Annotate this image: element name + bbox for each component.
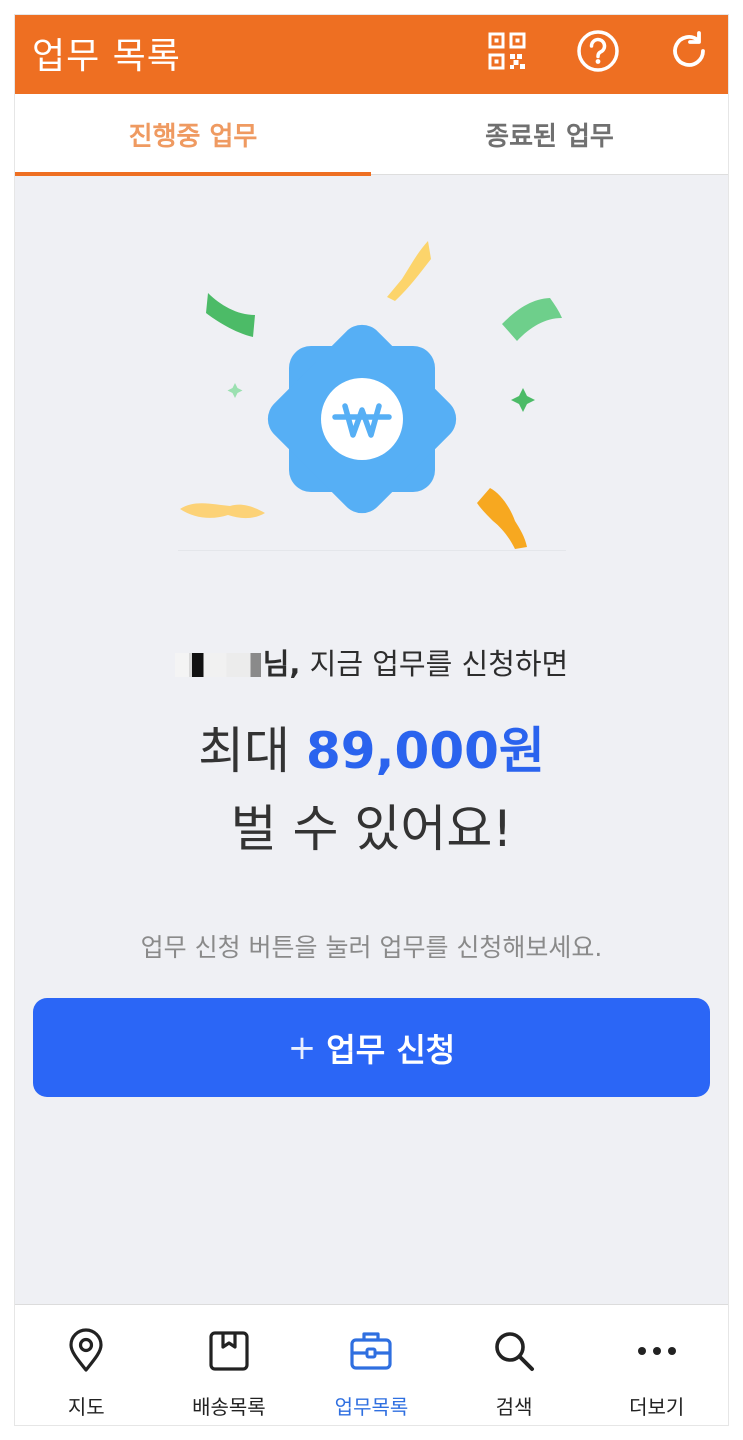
bottom-nav: 지도 배송목록 업무목록 검색 더보기 [15,1304,728,1425]
max-amount-line: 최대 89,000원 [15,711,728,783]
nav-item-delivery-list[interactable]: 배송목록 [158,1305,301,1425]
amount-value: 89,000원 [305,722,545,780]
nav-item-search[interactable]: 검색 [443,1305,586,1425]
confetti-yellow-top [387,241,431,301]
page-title: 업무 목록 [32,36,181,77]
more-icon [637,1347,676,1355]
nav-label-search: 검색 [495,1395,533,1419]
briefcase-icon [350,1332,393,1370]
nav-label-more: 더보기 [629,1395,685,1419]
help-icon[interactable] [570,23,626,79]
name-suffix: 님, [262,647,301,681]
confetti-yellow-left [180,503,265,519]
sparkle-small [227,383,243,398]
confetti-green-left [206,293,255,337]
apply-task-label: 업무 신청 [326,1030,456,1069]
nav-item-more[interactable]: 더보기 [585,1305,728,1425]
tab-completed[interactable]: 종료된 업무 [371,94,728,175]
nav-item-map[interactable]: 지도 [15,1305,158,1425]
hint-text: 업무 신청 버튼을 눌러 업무를 신청해보세요. [140,933,603,962]
confetti-orange-right [477,488,527,549]
nav-label-delivery-list: 배송목록 [192,1395,266,1419]
reward-badge-illustration [180,241,562,549]
nav-label-task-list: 업무목록 [334,1395,409,1419]
earn-text: 벌 수 있어요! [230,800,513,858]
greeting-text: 님, 지금 업무를 신청하면 [15,641,728,683]
qr-code-icon[interactable] [479,23,535,79]
amount-prefix: 최대 [198,722,306,780]
app-bar: 업무 목록 [15,15,728,94]
search-icon [495,1332,535,1371]
tab-bar: 진행중 업무 종료된 업무 [15,94,728,176]
sparkle-large [511,388,535,412]
illustration-baseline [178,550,566,551]
greeting-message: 지금 업무를 신청하면 [300,647,569,681]
refresh-icon[interactable] [661,23,717,79]
apply-task-button[interactable]: + 업무 신청 [33,998,710,1097]
map-pin-icon [69,1328,103,1372]
app-screen: 업무 목록 진행중 업무 종료된 업무 님, 지금 업무를 신청하면 최대 89… [15,15,728,1425]
box-icon [209,1331,249,1371]
nav-label-map: 지도 [67,1395,105,1419]
masked-user-name [174,653,261,677]
nav-item-task-list[interactable]: 업무목록 [300,1305,443,1425]
confetti-green-right [502,298,562,341]
plus-icon: + [287,1027,317,1068]
tab-in-progress[interactable]: 진행중 업무 [15,94,371,176]
